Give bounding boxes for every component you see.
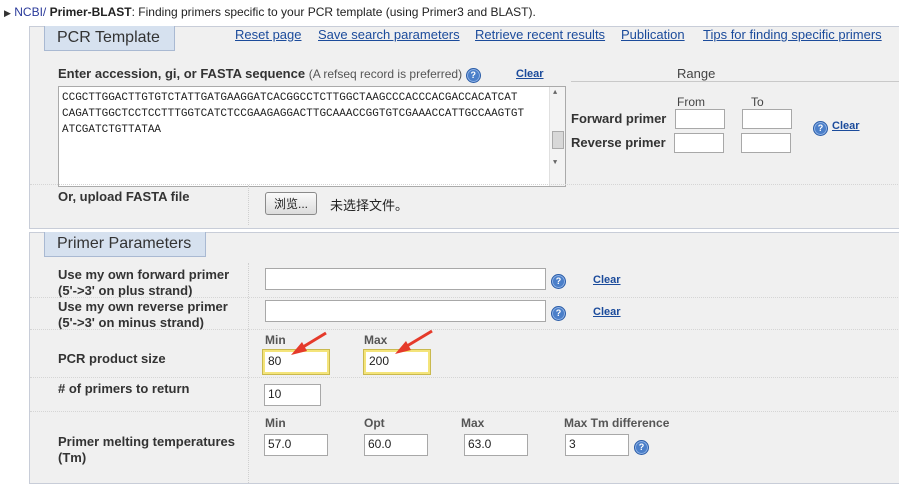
arrow-icon — [291, 331, 327, 355]
annotation-arrows — [291, 329, 433, 355]
arrow-icon — [395, 329, 433, 354]
